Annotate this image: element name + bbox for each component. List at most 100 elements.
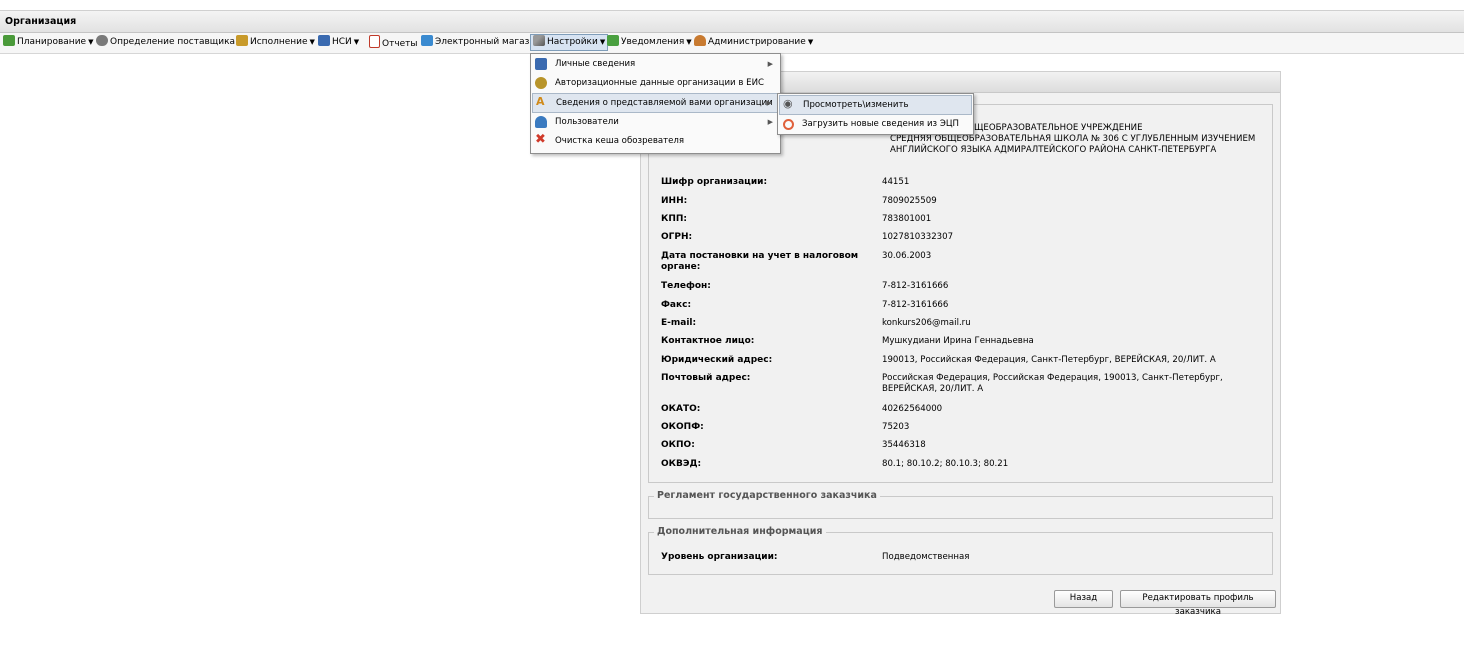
org-name-rest: СРЕДНЯЯ ОБЩЕОБРАЗОВАТЕЛЬНАЯ ШКОЛА № 306 … — [890, 134, 1256, 155]
field-label: Факс: — [661, 300, 692, 310]
field-value: 7-812-3161666 — [882, 281, 949, 291]
id-card-icon — [535, 58, 547, 70]
toolbar-settings-label: Настройки — [547, 37, 598, 47]
red-x-icon: ✖ — [535, 132, 546, 147]
dropdown-arrow-icon: ▼ — [88, 38, 94, 46]
regulation-legend: Регламент государственного заказчика — [654, 490, 880, 501]
additional-info-legend: Дополнительная информация — [654, 526, 826, 537]
field-value: konkurs206@mail.ru — [882, 318, 971, 328]
main-toolbar: Планирование▼ Определение поставщика▼ Ис… — [0, 33, 1464, 54]
field-label: ОКПО: — [661, 440, 695, 450]
org-level-value: Подведомственная — [882, 552, 970, 562]
field-label: Контактное лицо: — [661, 336, 755, 346]
admin-user-icon — [694, 35, 706, 46]
dropdown-arrow-icon: ▼ — [309, 38, 315, 46]
submenu-item-view-edit[interactable]: ◉ Просмотреть\изменить — [779, 95, 972, 115]
report-icon — [369, 35, 380, 48]
dropdown-arrow-icon: ▼ — [353, 38, 360, 46]
field-label: ОКОПФ: — [661, 422, 704, 432]
users-icon — [535, 116, 547, 128]
toolbar-eshop[interactable]: Электронный магазин — [421, 35, 541, 50]
signature-icon — [783, 119, 794, 130]
toolbar-reports[interactable]: Отчеты — [369, 35, 418, 50]
menu-item-personal-info[interactable]: Личные сведения ▶ — [532, 55, 779, 73]
execution-icon — [236, 35, 248, 46]
back-button[interactable]: Назад — [1054, 590, 1113, 608]
field-value: 783801001 — [882, 214, 932, 224]
field-label: E-mail: — [661, 318, 697, 328]
toolbar-execution-label: Исполнение — [250, 37, 308, 47]
submenu-arrow-icon: ▶ — [767, 60, 773, 68]
organization-details: Е БЮДЖЕТНОЕ ОБЩЕОБРАЗОВАТЕЛЬНОЕ УЧРЕЖДЕН… — [648, 104, 1273, 483]
settings-menu: Личные сведения ▶ Авторизационные данные… — [530, 53, 781, 154]
nsi-book-icon — [318, 35, 330, 46]
menu-item-label: Авторизационные данные организации в ЕИС — [555, 78, 765, 88]
toolbar-admin-label: Администрирование — [708, 37, 806, 47]
menu-item-label: Просмотреть\изменить — [803, 100, 909, 110]
window-titlebar: Организация — [0, 10, 1464, 33]
toolbar-eshop-label: Электронный магазин — [435, 37, 542, 47]
toolbar-admin[interactable]: Администрирование ▼ — [694, 35, 813, 50]
eye-icon: ◉ — [783, 97, 793, 110]
menu-item-org-info[interactable]: A Сведения о представляемой вами организ… — [532, 93, 779, 113]
field-value: 40262564000 — [882, 404, 943, 414]
field-label: Телефон: — [661, 281, 711, 291]
menu-item-label: Личные сведения — [555, 59, 636, 69]
menu-item-label: Очистка кеша обозревателя — [555, 136, 685, 146]
toolbar-planning[interactable]: Планирование ▼ — [3, 35, 93, 50]
window-title: Организация — [5, 16, 77, 27]
field-value: 1027810332307 — [882, 232, 954, 242]
wrench-icon — [533, 35, 545, 46]
submenu-item-load-from-signature[interactable]: Загрузить новые сведения из ЭЦП — [779, 115, 972, 133]
field-label: Шифр организации: — [661, 177, 768, 187]
field-label: Почтовый адрес: — [661, 373, 751, 383]
org-level-label: Уровень организации: — [661, 552, 778, 562]
field-value: 44151 — [882, 177, 910, 187]
field-value: 7-812-3161666 — [882, 300, 949, 310]
field-label: ОКВЭД: — [661, 459, 702, 469]
toolbar-execution[interactable]: Исполнение ▼ — [236, 35, 315, 50]
additional-info-section: Дополнительная информация Уровень органи… — [648, 526, 1273, 575]
toolbar-reports-label: Отчеты — [382, 39, 418, 49]
toolbar-nsi-label: НСИ — [332, 37, 352, 47]
field-label: Дата постановки на учет в налоговом орга… — [661, 251, 859, 272]
notification-icon — [607, 35, 619, 46]
toolbar-planning-label: Планирование — [17, 37, 87, 47]
field-value: 80.1; 80.10.2; 80.10.3; 80.21 — [882, 459, 1009, 469]
menu-item-auth-data[interactable]: Авторизационные данные организации в ЕИС — [532, 74, 779, 92]
field-label: ОКАТО: — [661, 404, 701, 414]
regulation-section: Регламент государственного заказчика — [648, 490, 1273, 519]
field-label: ОГРН: — [661, 232, 693, 242]
toolbar-supplier-label: Определение поставщика — [110, 37, 236, 47]
menu-item-clear-cache[interactable]: ✖ Очистка кеша обозревателя — [532, 132, 779, 150]
field-value: 190013, Российская Федерация, Санкт-Пете… — [882, 355, 1216, 365]
dropdown-arrow-icon: ▼ — [807, 38, 814, 46]
submenu-arrow-icon: ▶ — [766, 99, 772, 107]
field-value: 35446318 — [882, 440, 926, 450]
menu-item-label: Сведения о представляемой вами организац… — [556, 98, 773, 108]
supplier-gears-icon — [96, 35, 108, 46]
field-label: КПП: — [661, 214, 688, 224]
menu-item-label: Пользователи — [555, 117, 619, 127]
field-value: 30.06.2003 — [882, 251, 932, 261]
planning-icon — [3, 35, 15, 46]
org-info-submenu: ◉ Просмотреть\изменить Загрузить новые с… — [777, 93, 974, 135]
field-value: Российская Федерация, Российская Федерац… — [882, 373, 1223, 394]
field-value: 7809025509 — [882, 196, 937, 206]
submenu-arrow-icon: ▶ — [767, 118, 773, 126]
cart-icon — [421, 35, 433, 46]
menu-item-label: Загрузить новые сведения из ЭЦП — [802, 119, 959, 129]
toolbar-settings[interactable]: Настройки ▼ — [530, 34, 609, 51]
toolbar-nsi[interactable]: НСИ ▼ — [318, 35, 359, 50]
letter-a-icon: A — [536, 95, 545, 108]
field-label: Юридический адрес: — [661, 355, 773, 365]
emblem-icon — [535, 77, 547, 89]
edit-profile-button[interactable]: Редактировать профиль заказчика — [1120, 590, 1276, 617]
field-value: Мушкудиани Ирина Геннадьевна — [882, 336, 1034, 346]
toolbar-supplier[interactable]: Определение поставщика▼ — [96, 35, 242, 50]
menu-item-users[interactable]: Пользователи ▶ — [532, 113, 779, 131]
dropdown-arrow-icon: ▼ — [599, 38, 606, 46]
toolbar-notifications[interactable]: Уведомления ▼ — [607, 35, 692, 50]
toolbar-notifications-label: Уведомления — [621, 37, 685, 47]
dropdown-arrow-icon: ▼ — [686, 38, 692, 46]
